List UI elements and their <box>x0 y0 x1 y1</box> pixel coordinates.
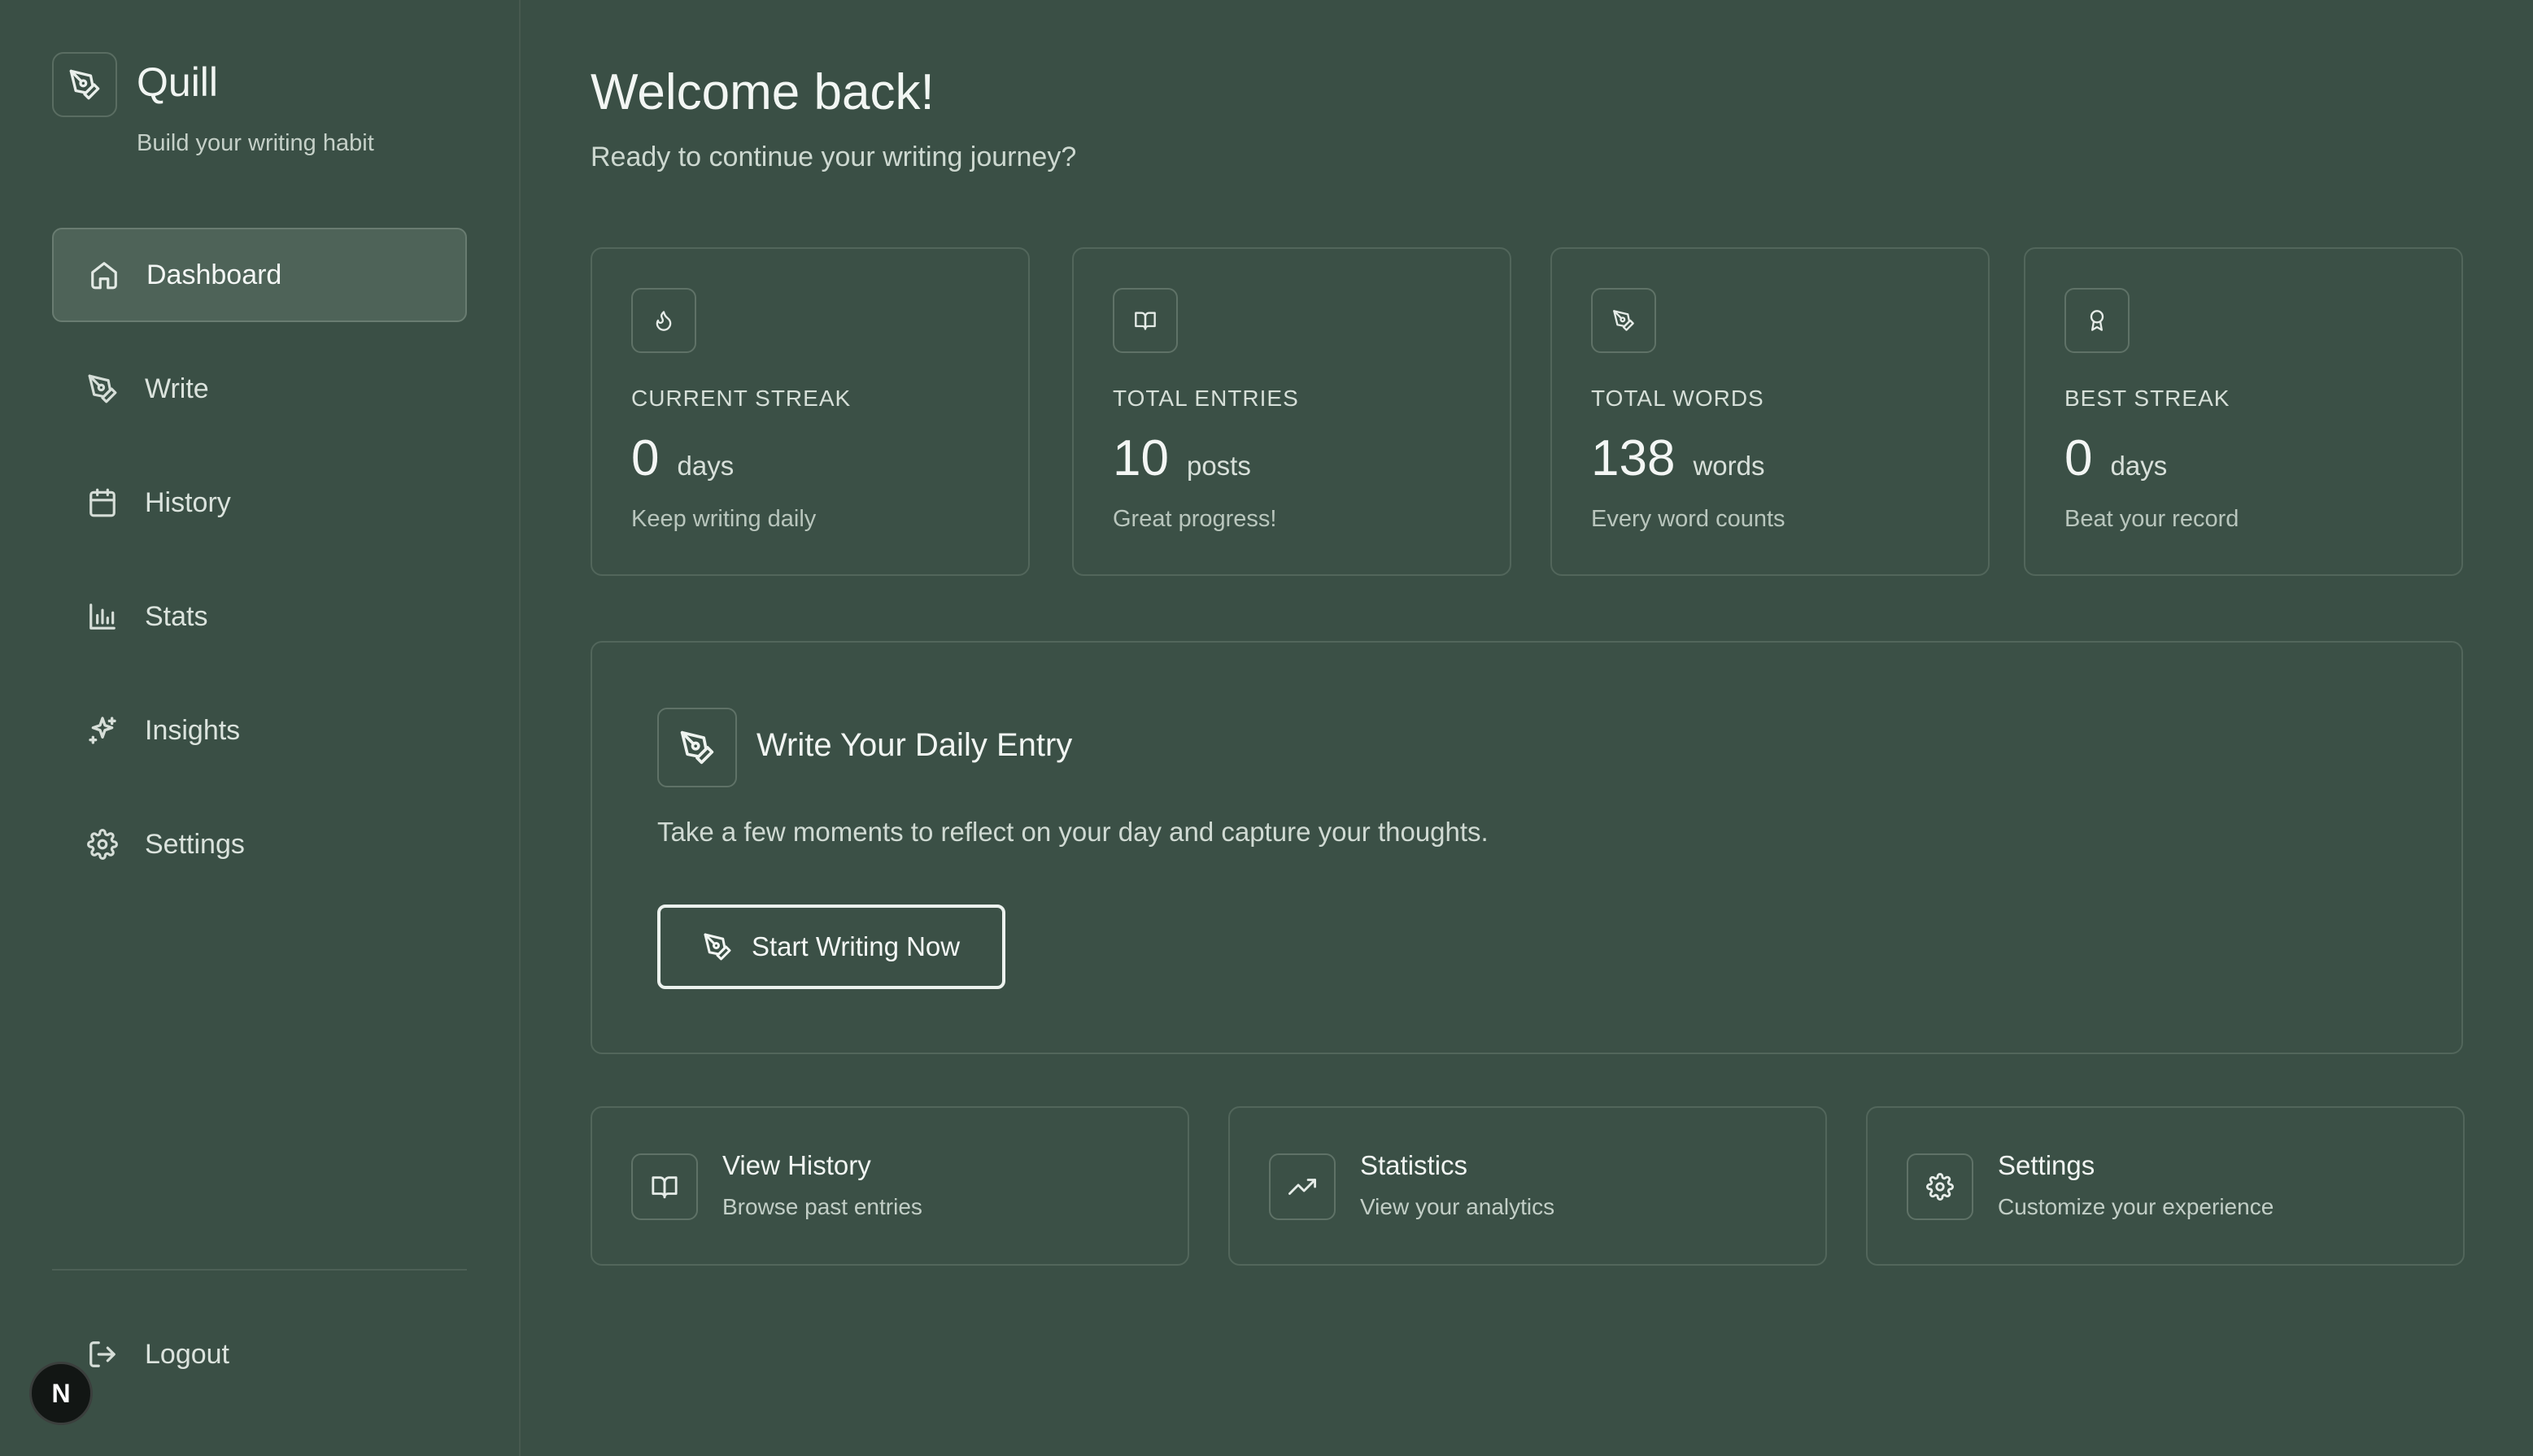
quick-link-statistics[interactable]: Statistics View your analytics <box>1228 1106 1827 1266</box>
daily-entry-title: Write Your Daily Entry <box>756 727 1073 763</box>
sidebar-item-stats[interactable]: Stats <box>52 569 467 664</box>
sidebar-item-dashboard[interactable]: Dashboard <box>52 228 467 322</box>
page-title: Welcome back! <box>591 64 935 120</box>
sidebar-item-label: Dashboard <box>146 259 282 290</box>
stat-hint: Every word counts <box>1591 506 1785 532</box>
sidebar-nav: Dashboard Write History Stats Insights S… <box>52 228 467 911</box>
stat-unit: posts <box>1186 451 1251 481</box>
stat-value: 10 <box>1113 430 1169 486</box>
logout-label: Logout <box>145 1338 229 1370</box>
main-content: Welcome back! Ready to continue your wri… <box>591 0 2465 1456</box>
stat-card-total-entries: TOTAL ENTRIES 10 posts Great progress! <box>1072 247 1511 576</box>
sidebar-item-settings[interactable]: Settings <box>52 797 467 891</box>
stat-unit: words <box>1693 451 1765 481</box>
stat-card-best-streak: BEST STREAK 0 days Beat your record <box>2024 247 2463 576</box>
dev-badge[interactable]: N <box>29 1362 93 1425</box>
start-writing-label: Start Writing Now <box>752 931 961 961</box>
stat-label: TOTAL WORDS <box>1591 386 1764 411</box>
sidebar-item-label: History <box>145 486 231 518</box>
sidebar-item-label: Write <box>145 373 209 404</box>
gear-icon <box>1907 1153 1973 1220</box>
stat-label: TOTAL ENTRIES <box>1113 386 1299 411</box>
brand-tagline: Build your writing habit <box>137 130 374 156</box>
stat-hint: Keep writing daily <box>631 506 817 532</box>
logout-icon <box>85 1336 120 1372</box>
trending-up-icon <box>1269 1153 1336 1220</box>
sidebar-item-history[interactable]: History <box>52 456 467 550</box>
pen-icon <box>1591 288 1656 353</box>
sidebar: Quill Build your writing habit Dashboard… <box>0 0 521 1456</box>
award-icon <box>2064 288 2130 353</box>
sidebar-item-insights[interactable]: Insights <box>52 683 467 778</box>
book-icon <box>1113 288 1178 353</box>
sidebar-divider <box>52 1269 467 1271</box>
book-icon <box>631 1153 698 1220</box>
sidebar-item-write[interactable]: Write <box>52 342 467 436</box>
quick-link-subtitle: Browse past entries <box>722 1194 922 1219</box>
stat-unit: days <box>677 451 735 481</box>
pen-icon <box>85 371 120 407</box>
pen-icon <box>701 931 734 963</box>
page-subtitle: Ready to continue your writing journey? <box>591 142 1077 172</box>
quick-link-view-history[interactable]: View History Browse past entries <box>591 1106 1189 1266</box>
quick-link-subtitle: Customize your experience <box>1998 1194 2274 1219</box>
app-root: Quill Build your writing habit Dashboard… <box>0 0 2533 1456</box>
stat-card-total-words: TOTAL WORDS 138 words Every word counts <box>1550 247 1990 576</box>
daily-entry-description: Take a few moments to reflect on your da… <box>657 817 1489 847</box>
stat-value: 138 <box>1591 430 1676 486</box>
stat-value-group: 138 words <box>1591 429 1764 487</box>
sidebar-item-label: Settings <box>145 828 245 860</box>
quick-link-subtitle: View your analytics <box>1360 1194 1555 1219</box>
quick-link-title: Settings <box>1998 1150 2095 1180</box>
quick-link-title: Statistics <box>1360 1150 1468 1180</box>
brand-name: Quill <box>137 59 219 105</box>
gear-icon <box>85 826 120 862</box>
stat-value: 0 <box>2064 430 2093 486</box>
daily-entry-card: Write Your Daily Entry Take a few moment… <box>591 641 2463 1054</box>
pen-icon <box>52 52 117 117</box>
stat-unit: days <box>2110 451 2168 481</box>
bar-chart-icon <box>85 599 120 634</box>
stat-value: 0 <box>631 430 660 486</box>
sidebar-item-label: Insights <box>145 714 241 746</box>
stat-value-group: 0 days <box>631 429 734 487</box>
stat-label: CURRENT STREAK <box>631 386 852 411</box>
quick-link-settings[interactable]: Settings Customize your experience <box>1866 1106 2465 1266</box>
quick-link-title: View History <box>722 1150 871 1180</box>
stat-value-group: 10 posts <box>1113 429 1251 487</box>
flame-icon <box>631 288 696 353</box>
calendar-icon <box>85 485 120 521</box>
sidebar-item-label: Stats <box>145 600 208 632</box>
pen-icon <box>657 708 737 787</box>
stat-card-current-streak: CURRENT STREAK 0 days Keep writing daily <box>591 247 1030 576</box>
logout-button[interactable]: Logout <box>52 1310 467 1399</box>
brand: Quill Build your writing habit <box>52 52 475 166</box>
start-writing-button[interactable]: Start Writing Now <box>657 905 1005 989</box>
sparkles-icon <box>85 713 120 748</box>
home-icon <box>86 257 122 293</box>
stat-value-group: 0 days <box>2064 429 2167 487</box>
stat-hint: Beat your record <box>2064 506 2239 532</box>
stat-hint: Great progress! <box>1113 506 1277 532</box>
stat-label: BEST STREAK <box>2064 386 2230 411</box>
